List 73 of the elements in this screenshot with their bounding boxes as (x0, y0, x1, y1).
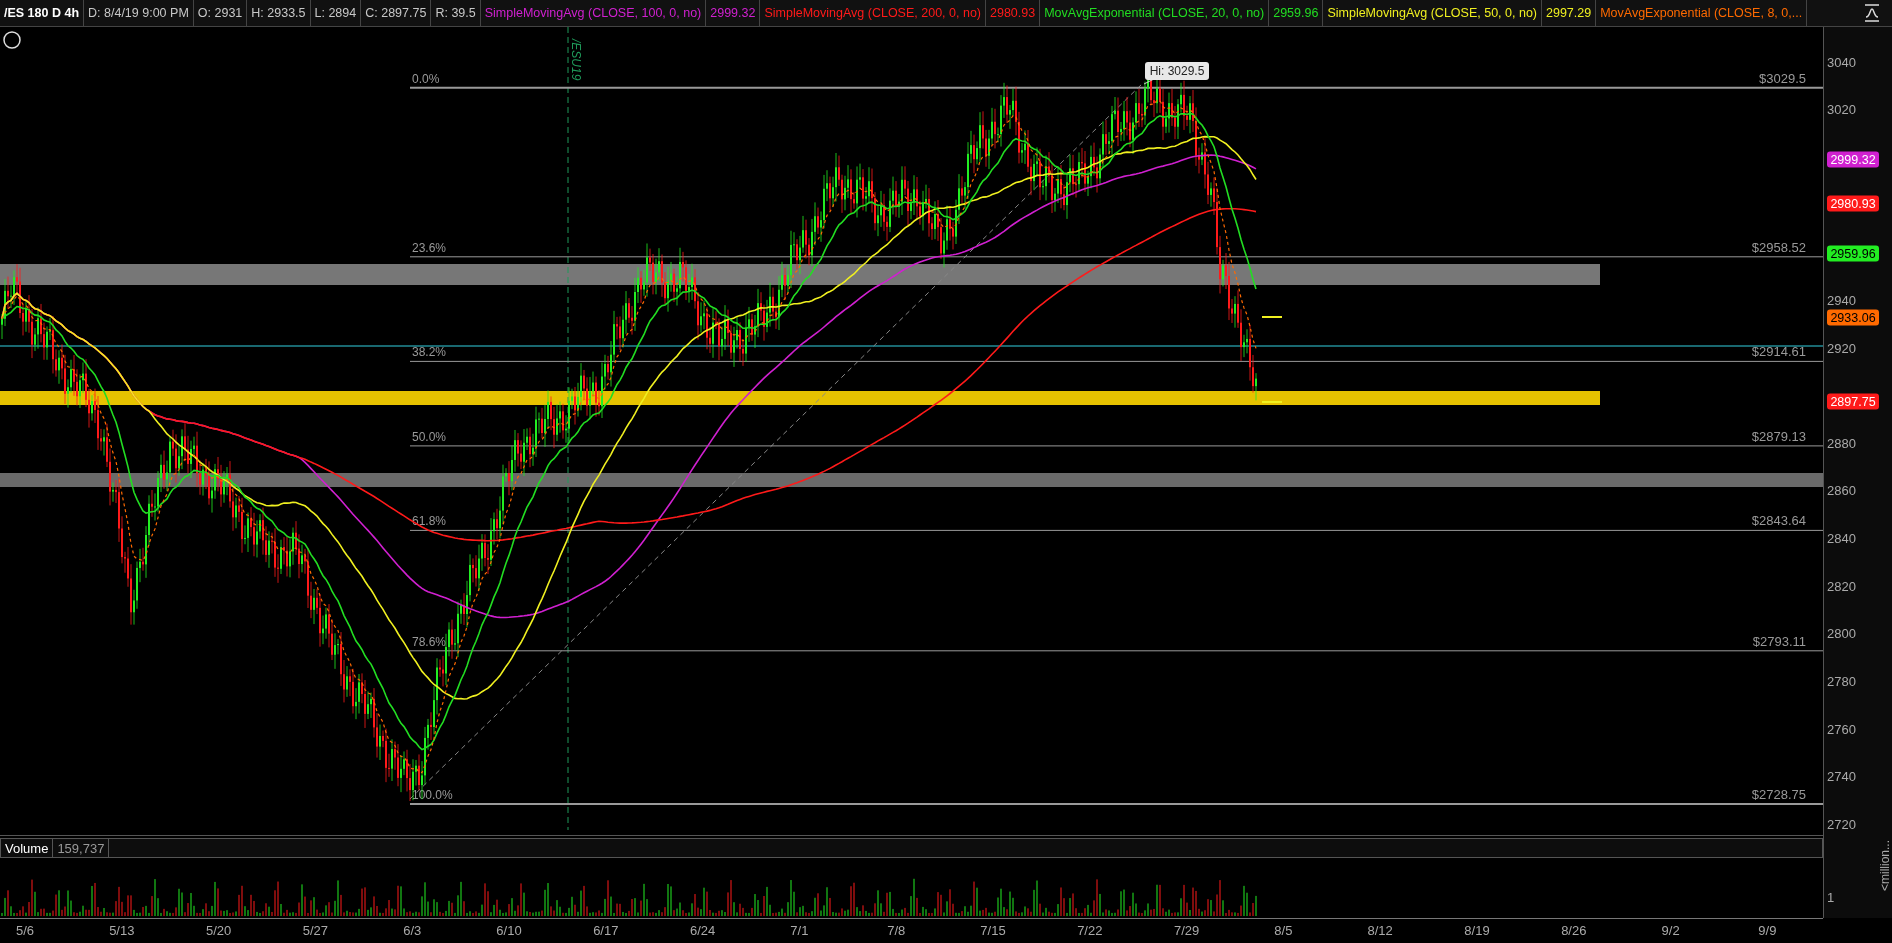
ohlc-field: R: 39.5 (431, 0, 481, 26)
date-axis-label: 5/6 (15, 923, 35, 938)
study-label: MovAvgExponential (CLOSE, 8, 0,... (1596, 0, 1808, 26)
fib-price-label: $2958.52 (1751, 239, 1806, 255)
date-axis-label: 7/15 (980, 923, 1006, 938)
symbol-label: /ES 180 D 4h (0, 0, 85, 26)
study-value: 2999.32 (706, 0, 761, 26)
price-axis-label: 2920 (1827, 340, 1856, 356)
price-badge: 2980.93 (1827, 195, 1879, 212)
fib-price-label: $2843.64 (1751, 513, 1806, 529)
volume-axis-label: 1 (1827, 889, 1835, 907)
fib-price-label: $2914.61 (1751, 344, 1806, 360)
date-axis-label: 8/12 (1367, 923, 1393, 938)
fib-percent-label: 23.6% (412, 240, 447, 255)
date-axis-label: 8/26 (1561, 923, 1587, 938)
price-axis-label: 2880 (1827, 435, 1856, 451)
price-axis-label: 2940 (1827, 292, 1856, 308)
fib-percent-label: 50.0% (412, 429, 447, 444)
date-axis-label: 7/1 (790, 923, 809, 938)
study-label: MovAvgExponential (CLOSE, 20, 0, no) (1040, 0, 1270, 26)
price-axis-label: 2760 (1827, 721, 1856, 737)
date-axis-label: 8/19 (1464, 923, 1490, 938)
price-axis-label: 2840 (1827, 531, 1856, 547)
date-axis-label: 6/10 (496, 923, 522, 938)
study-label: SimpleMovingAvg (CLOSE, 50, 0, no) (1323, 0, 1542, 26)
volume-unit-label: <million... (1877, 840, 1890, 892)
fib-percent-label: 61.8% (412, 514, 447, 529)
price-axis-label: 2740 (1827, 769, 1856, 785)
study-settings-icon[interactable] (1864, 4, 1880, 22)
date-axis-label: 5/13 (109, 923, 135, 938)
fib-price-label: $2793.11 (1752, 633, 1806, 649)
date-axis-label: 7/8 (887, 923, 906, 938)
price-badge: 2897.75 (1827, 393, 1879, 410)
price-axis-label: 2720 (1827, 816, 1856, 830)
price-axis-label: 2780 (1827, 674, 1856, 689)
volume-value: 159,737 (53, 839, 110, 857)
high-callout: Hi: 3029.5 (1143, 62, 1209, 85)
date-axis-label: 6/3 (403, 923, 422, 938)
price-axis-label: 2820 (1827, 578, 1856, 594)
fib-percent-label: 0.0% (412, 71, 440, 86)
date-axis-label: 6/17 (593, 923, 619, 938)
price-axis-label: 3040 (1827, 54, 1856, 70)
date-axis-label: 8/5 (1274, 923, 1293, 938)
date-axis-label: 6/24 (689, 923, 716, 938)
ohlc-field: L: 2894 (310, 0, 362, 26)
study-label: SimpleMovingAvg (CLOSE, 200, 0, no) (760, 0, 986, 26)
fib-price-label: $3029.5 (1759, 70, 1806, 86)
ohlc-field: O: 2931 (193, 0, 248, 26)
price-axis-label: 3020 (1827, 102, 1856, 118)
fib-price-label: $2879.13 (1751, 428, 1806, 444)
study-label: SimpleMovingAvg (CLOSE, 100, 0, no) (480, 0, 707, 26)
date-axis-label: 5/20 (205, 923, 232, 938)
price-badge: 2933.06 (1827, 309, 1879, 326)
ohlc-field: D: 8/4/19 9:00 PM (84, 0, 194, 26)
fib-price-label: $2728.75 (1751, 787, 1806, 803)
date-axis-label: 5/27 (302, 923, 329, 938)
date-axis-label: 9/9 (1758, 923, 1777, 938)
study-value: 2959.96 (1269, 0, 1324, 26)
price-axis-label: 2860 (1827, 483, 1856, 499)
date-axis-label: 7/22 (1077, 923, 1103, 938)
contract-marker: /ESU19 (569, 39, 583, 81)
fib-percent-label: 38.2% (412, 345, 447, 360)
study-value: 2997.29 (1542, 0, 1597, 26)
date-axis-label: 7/29 (1173, 923, 1200, 938)
alert-icon[interactable] (3, 31, 21, 49)
ohlc-field: H: 2933.5 (247, 0, 311, 26)
date-axis-label: 9/2 (1661, 923, 1680, 938)
ohlc-field: C: 2897.75 (361, 0, 432, 26)
price-badge: 2999.32 (1827, 151, 1879, 168)
price-badge: 2959.96 (1827, 245, 1879, 262)
volume-title: Volume (1, 839, 54, 857)
price-axis-label: 2800 (1827, 626, 1856, 642)
study-value: 2980.93 (986, 0, 1041, 26)
